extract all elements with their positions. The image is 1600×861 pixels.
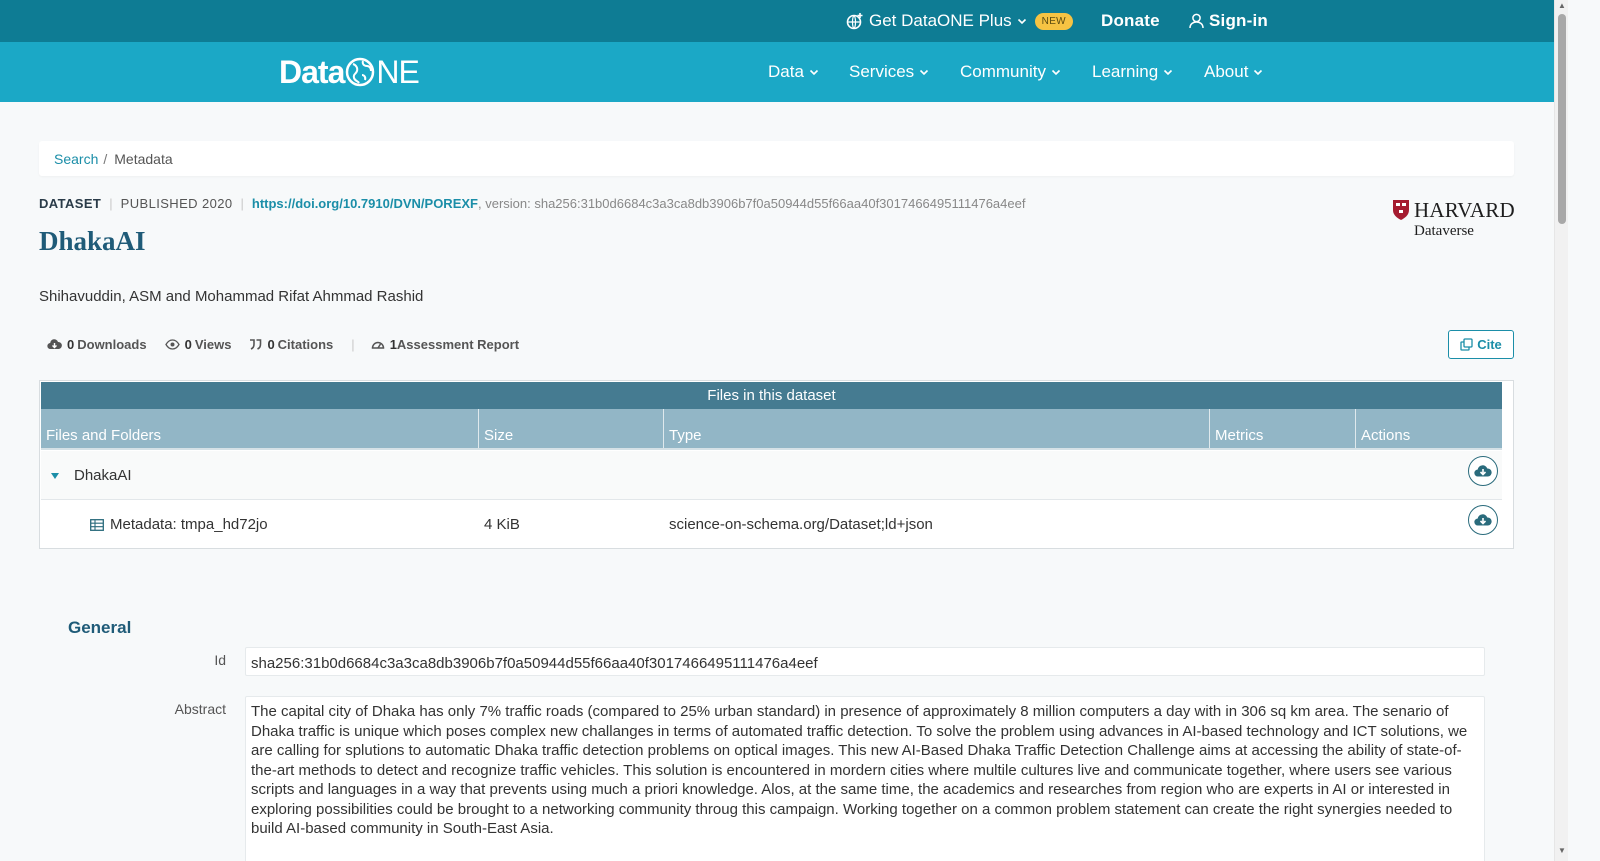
abstract-label: Abstract bbox=[174, 701, 226, 717]
assessment-metric[interactable]: 1 Assessment Report bbox=[371, 337, 519, 352]
folder-name[interactable]: DhakaAI bbox=[74, 451, 132, 500]
nav-services[interactable]: Services bbox=[849, 42, 929, 102]
column-header-files[interactable]: Files and Folders bbox=[41, 409, 478, 448]
views-label: Views bbox=[194, 336, 232, 352]
get-dataone-plus-menu[interactable]: Get DataONE Plus NEW bbox=[846, 0, 1073, 42]
column-header-actions[interactable]: Actions bbox=[1355, 409, 1502, 448]
column-header-metrics[interactable]: Metrics bbox=[1209, 409, 1355, 448]
files-table-heading: Files in this dataset bbox=[41, 382, 1502, 409]
caret-down-icon bbox=[51, 472, 59, 479]
views-count: 0 bbox=[184, 336, 192, 352]
scroll-down-icon[interactable]: ▼ bbox=[1558, 847, 1566, 855]
cite-button[interactable]: Cite bbox=[1448, 330, 1514, 359]
scrollbar-thumb[interactable] bbox=[1558, 14, 1566, 224]
dataset-metrics: 0 Downloads 0 Views 0 Citations | 1 Asse… bbox=[47, 335, 537, 353]
file-name-label: Metadata: tmpa_hd72jo bbox=[110, 516, 268, 533]
top-bar: Get DataONE Plus NEW Donate Sign-in bbox=[0, 0, 1554, 42]
download-file-button[interactable] bbox=[1468, 505, 1498, 535]
page-title: DhakaAI bbox=[39, 226, 146, 256]
id-value: sha256:31b0d6684c3a3ca8db3906b7f0a50944d… bbox=[245, 647, 1485, 676]
breadcrumb-separator: / bbox=[103, 150, 108, 167]
files-table: Files in this dataset Files and Folders … bbox=[39, 380, 1514, 549]
get-dataone-plus-label: Get DataONE Plus bbox=[869, 11, 1012, 30]
chevron-down-icon bbox=[1017, 16, 1027, 26]
citations-label: Citations bbox=[277, 336, 334, 352]
repository-name: HARVARD bbox=[1414, 198, 1515, 222]
sign-in-link[interactable]: Sign-in bbox=[1189, 0, 1268, 42]
chevron-down-icon bbox=[919, 67, 929, 77]
nav-community-label: Community bbox=[960, 62, 1046, 81]
column-header-type[interactable]: Type bbox=[663, 409, 1209, 448]
file-size: 4 KiB bbox=[484, 516, 520, 533]
chevron-down-icon bbox=[1253, 67, 1263, 77]
published-year: PUBLISHED 2020 bbox=[120, 195, 233, 211]
version-id: , version: sha256:31b0d6684c3a3ca8db3906… bbox=[477, 195, 1026, 211]
gauge-icon bbox=[371, 341, 384, 349]
dataset-kind: DATASET bbox=[39, 195, 102, 211]
repository-logo[interactable]: HARVARD Dataverse bbox=[1392, 198, 1516, 241]
downloads-count: 0 bbox=[67, 336, 75, 352]
chevron-down-icon bbox=[809, 67, 819, 77]
logo-text-left: Data bbox=[279, 53, 345, 90]
globe-icon bbox=[346, 57, 375, 87]
eye-icon bbox=[164, 338, 180, 350]
table-row: DhakaAI bbox=[41, 451, 1502, 500]
citations-metric[interactable]: 0 Citations bbox=[249, 337, 333, 352]
divider: | bbox=[240, 195, 244, 211]
dataone-logo[interactable]: Data NE bbox=[279, 52, 420, 92]
citations-count: 0 bbox=[267, 336, 275, 352]
id-label: Id bbox=[214, 652, 226, 668]
nav-learning[interactable]: Learning bbox=[1092, 42, 1173, 102]
download-folder-button[interactable] bbox=[1468, 456, 1498, 486]
assessment-label: Assessment Report bbox=[396, 336, 520, 352]
main-navbar: Data NE Data Services Community Learning… bbox=[0, 42, 1554, 102]
user-icon bbox=[1189, 13, 1204, 29]
chevron-down-icon bbox=[1163, 67, 1173, 77]
globe-plus-icon bbox=[846, 12, 864, 30]
quote-icon bbox=[250, 338, 262, 350]
views-metric[interactable]: 0 Views bbox=[164, 336, 232, 352]
folder-toggle[interactable] bbox=[50, 451, 60, 500]
cloud-download-icon bbox=[47, 338, 62, 349]
sign-in-label: Sign-in bbox=[1209, 11, 1268, 30]
table-row: Metadata: tmpa_hd72jo 4 KiB science-on-s… bbox=[41, 500, 1502, 549]
breadcrumb-current: Metadata bbox=[114, 150, 173, 167]
nav-services-label: Services bbox=[849, 62, 915, 81]
nav-learning-label: Learning bbox=[1092, 62, 1159, 81]
breadcrumb-search-link[interactable]: Search bbox=[54, 151, 98, 167]
divider: | bbox=[351, 336, 355, 352]
table-icon bbox=[90, 518, 104, 531]
dataset-meta-line: DATASET | PUBLISHED 2020 | https://doi.o… bbox=[39, 195, 1025, 211]
cloud-download-icon bbox=[1474, 465, 1492, 477]
nav-data-label: Data bbox=[768, 62, 804, 81]
logo-text-right: NE bbox=[376, 53, 419, 90]
files-table-columns: Files and Folders Size Type Metrics Acti… bbox=[41, 409, 1502, 450]
chevron-down-icon bbox=[1051, 67, 1061, 77]
file-name[interactable]: Metadata: tmpa_hd72jo bbox=[90, 500, 268, 549]
scroll-up-icon[interactable]: ▲ bbox=[1558, 2, 1566, 10]
harvard-shield-icon bbox=[1393, 200, 1409, 220]
divider: | bbox=[109, 195, 113, 211]
page-scrollbar[interactable]: ▲ ▼ bbox=[1554, 0, 1568, 861]
nav-data[interactable]: Data bbox=[768, 42, 819, 102]
cite-label: Cite bbox=[1477, 337, 1502, 352]
copy-icon bbox=[1460, 338, 1473, 351]
nav-about[interactable]: About bbox=[1204, 42, 1263, 102]
abstract-value: The capital city of Dhaka has only 7% tr… bbox=[245, 696, 1485, 861]
downloads-label: Downloads bbox=[77, 336, 147, 352]
file-type: science-on-schema.org/Dataset;ld+json bbox=[669, 516, 933, 533]
downloads-metric[interactable]: 0 Downloads bbox=[47, 337, 147, 352]
dataset-authors: Shihavuddin, ASM and Mohammad Rifat Ahmm… bbox=[39, 288, 424, 305]
assessment-count: 1 bbox=[389, 336, 397, 352]
general-section-heading: General bbox=[68, 618, 132, 637]
cloud-download-icon bbox=[1474, 514, 1492, 526]
nav-about-label: About bbox=[1204, 62, 1249, 81]
donate-link[interactable]: Donate bbox=[1101, 0, 1160, 42]
repository-subname: Dataverse bbox=[1414, 223, 1474, 239]
breadcrumb: Search / Metadata bbox=[39, 141, 1514, 176]
doi-link[interactable]: https://doi.org/10.7910/DVN/POREXF bbox=[252, 196, 478, 211]
column-header-size[interactable]: Size bbox=[478, 409, 663, 448]
new-badge: NEW bbox=[1034, 12, 1073, 30]
nav-community[interactable]: Community bbox=[960, 42, 1061, 102]
